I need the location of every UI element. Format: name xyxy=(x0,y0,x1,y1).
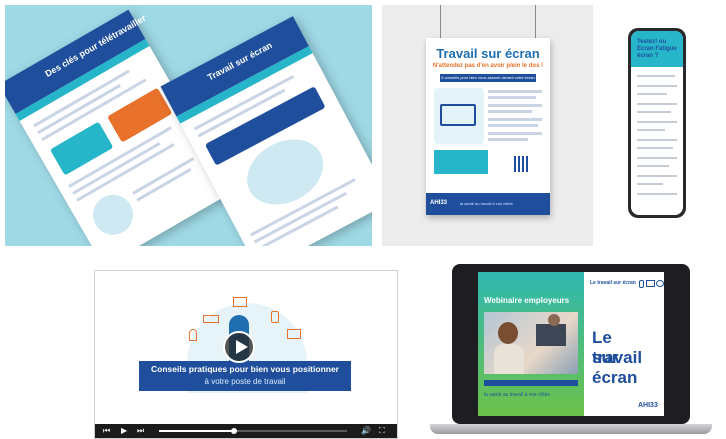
progress-track[interactable] xyxy=(159,428,347,434)
laptop-screen: Webinaire employeurs la santé au travail… xyxy=(478,272,664,416)
desk-lamp-icon xyxy=(189,329,197,341)
laptop-headline-2: sur écran xyxy=(592,348,638,387)
phone-screen: Testez! ou Ecran Fatigue écran ? xyxy=(631,31,683,215)
poster-footer: la santé au travail à vos côtés xyxy=(460,201,513,206)
play-button[interactable] xyxy=(223,331,255,363)
laptop-top-label: Le travail sur écran xyxy=(590,280,636,286)
progress-handle[interactable] xyxy=(231,428,238,434)
poster-logo: AHI33 xyxy=(430,200,448,206)
webinar-photo xyxy=(484,312,578,374)
qr-code-icon xyxy=(514,156,530,172)
mic-icon xyxy=(639,280,644,288)
video-banner: Conseils pratiques pour bien vous positi… xyxy=(139,361,351,391)
desk-illustration-icon xyxy=(440,104,476,126)
skip-forward-icon[interactable]: ⏭ xyxy=(137,426,144,436)
screen-icon xyxy=(646,280,655,287)
phone-icon xyxy=(271,311,279,323)
skip-back-icon[interactable]: ⏮ xyxy=(103,426,110,436)
phone: Testez! ou Ecran Fatigue écran ? xyxy=(628,28,686,218)
video-player[interactable]: Conseils pratiques pour bien vous positi… xyxy=(94,270,398,439)
progress-fill xyxy=(159,430,235,432)
poster-subtitle: N'attendez pas d'en avoir plein le dos ! xyxy=(432,63,544,69)
laptop-footer: la santé au travail à vos côtés xyxy=(484,392,550,398)
play-small-icon[interactable]: ▶ xyxy=(121,426,127,435)
poster: Travail sur écran N'attendez pas d'en av… xyxy=(426,38,550,215)
video-subtitle: à votre poste de travail xyxy=(204,377,286,386)
eye-icon xyxy=(656,280,664,287)
laptop: Webinaire employeurs la santé au travail… xyxy=(452,264,690,424)
video-title: Conseils pratiques pour bien vous positi… xyxy=(151,364,339,374)
webinar-label: Webinaire employeurs xyxy=(484,296,570,305)
poster-panel: Travail sur écran N'attendez pas d'en av… xyxy=(382,5,593,246)
play-icon xyxy=(236,340,248,354)
printer-icon xyxy=(287,329,301,339)
monitor-icon xyxy=(233,297,247,307)
fullscreen-icon[interactable]: ⛶ xyxy=(379,426,385,436)
poster-title: Travail sur écran xyxy=(436,46,540,61)
keyboard-icon xyxy=(203,315,219,323)
laptop-logo: AHI33 xyxy=(638,402,658,409)
brochures-panel: Des clés pour télétravailler Travail sur… xyxy=(5,5,372,246)
phone-quiz-title: Testez! ou Ecran Fatigue écran ? xyxy=(637,39,677,59)
laptop-base xyxy=(430,424,712,434)
volume-icon[interactable]: 🔊 xyxy=(361,426,371,435)
poster-bar: 5 conseils pour bien vous asseoir devant… xyxy=(440,74,536,82)
video-controls: ⏮ ▶ ⏭ 🔊 ⛶ xyxy=(95,424,397,438)
